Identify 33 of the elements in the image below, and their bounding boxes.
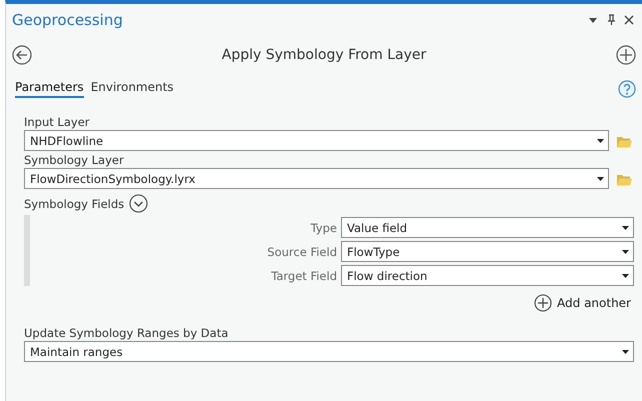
pin-icon[interactable] bbox=[606, 14, 616, 26]
field-label: Target Field bbox=[271, 268, 337, 282]
add-icon[interactable] bbox=[534, 294, 552, 312]
caret-icon bbox=[597, 177, 604, 181]
tool-title: Apply Symbology From Layer bbox=[222, 47, 426, 63]
tab[interactable]: Environments bbox=[90, 80, 174, 98]
parameter-label: Input Layer bbox=[24, 115, 90, 129]
group-bar bbox=[24, 215, 30, 286]
caret-icon bbox=[597, 139, 604, 143]
add-icon[interactable] bbox=[616, 45, 636, 65]
field-label: Type bbox=[310, 220, 337, 234]
dropdown-icon[interactable] bbox=[588, 15, 598, 25]
back-icon[interactable] bbox=[12, 45, 32, 65]
expand-icon[interactable] bbox=[129, 194, 148, 213]
field-label: Source Field bbox=[267, 244, 337, 258]
caret-icon bbox=[622, 350, 629, 354]
close-icon[interactable] bbox=[624, 15, 634, 25]
dropdown-field[interactable]: Value field bbox=[341, 217, 634, 238]
tab[interactable]: Parameters bbox=[15, 80, 84, 98]
dropdown-field[interactable]: Flow direction bbox=[341, 265, 634, 286]
dropdown-field[interactable]: NHDFlowline bbox=[24, 130, 609, 151]
dropdown-field[interactable]: FlowType bbox=[341, 241, 634, 262]
parameter-label: Symbology Fields bbox=[24, 196, 124, 210]
help-icon[interactable] bbox=[618, 80, 636, 98]
caret-icon bbox=[622, 226, 629, 230]
add-another-button[interactable]: Add another bbox=[534, 294, 631, 312]
parameter-label: Update Symbology Ranges by Data bbox=[24, 326, 230, 340]
caret-icon bbox=[622, 250, 629, 254]
dropdown-field[interactable]: FlowDirectionSymbology.lyrx bbox=[24, 168, 609, 189]
pane-title: Geoprocessing bbox=[12, 11, 123, 29]
caret-icon bbox=[622, 274, 629, 278]
parameter-label: Symbology Layer bbox=[24, 153, 125, 167]
dropdown-field[interactable]: Maintain ranges bbox=[24, 341, 634, 362]
